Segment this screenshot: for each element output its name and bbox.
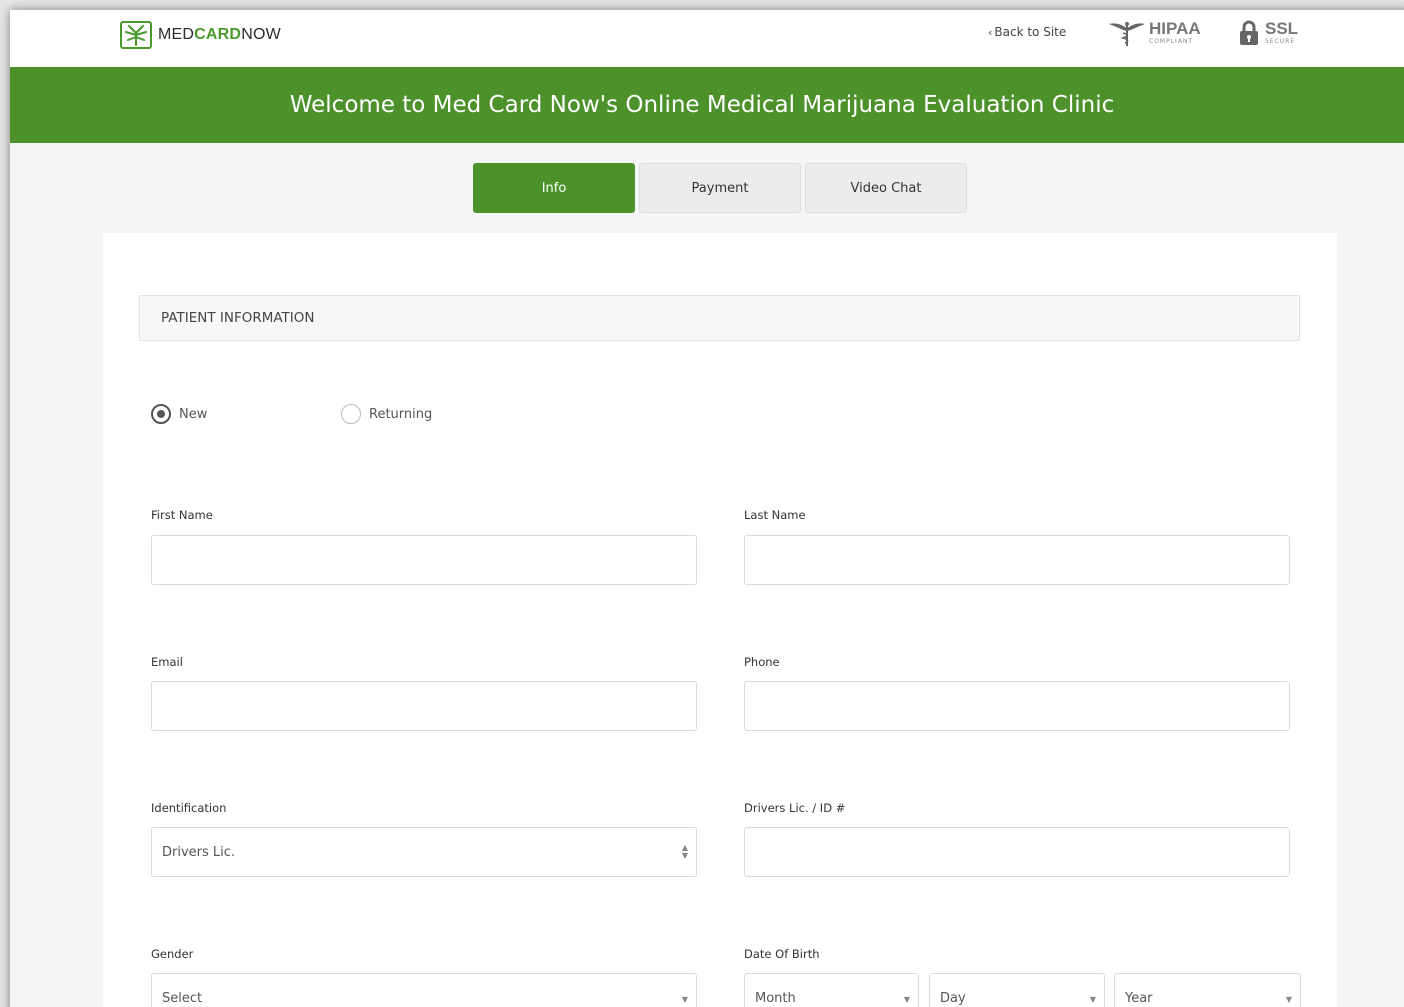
ssl-sublabel: SECURE — [1265, 38, 1296, 45]
dob-year-value: Year — [1125, 990, 1153, 1006]
logo-wordmark: MEDCARDNOW — [158, 26, 281, 44]
chevron-down-icon: ▼ — [1089, 995, 1096, 1004]
radio-new[interactable]: New — [151, 404, 207, 424]
logo-text-now: NOW — [241, 26, 281, 43]
logo-text-med: MED — [158, 26, 195, 43]
email-label: Email — [151, 655, 183, 669]
chevron-down-icon: ▼ — [903, 995, 910, 1004]
logo-text-card: CARD — [194, 26, 242, 43]
identification-label: Identification — [151, 801, 227, 815]
identification-value: Drivers Lic. — [162, 844, 236, 860]
dob-day-select[interactable]: Day ▼ — [929, 973, 1105, 1007]
section-header: PATIENT INFORMATION — [139, 295, 1300, 341]
dob-label: Date Of Birth — [744, 947, 820, 961]
gender-value: Select — [162, 990, 203, 1006]
select-updown-icon: ▲ ▼ — [681, 843, 688, 860]
site-logo[interactable]: MEDCARDNOW — [119, 19, 281, 51]
dob-year-select[interactable]: Year ▼ — [1114, 973, 1301, 1007]
phone-input[interactable] — [744, 681, 1290, 731]
tab-video-chat[interactable]: Video Chat — [805, 163, 967, 213]
dob-month-value: Month — [755, 990, 796, 1006]
back-to-site-label: Back to Site — [994, 25, 1067, 39]
gender-select[interactable]: Select ▼ — [151, 973, 697, 1007]
hipaa-badge: HIPAA COMPLIANT — [1107, 19, 1201, 47]
back-to-site-link[interactable]: ‹ Back to Site — [988, 25, 1066, 39]
padlock-icon — [1240, 20, 1258, 45]
ssl-badge: SSL SECURE — [1239, 20, 1298, 46]
id-number-input[interactable] — [744, 827, 1290, 877]
top-bar: MEDCARDNOW ‹ Back to Site HIPAA COMPLIANT — [10, 10, 1404, 67]
last-name-input[interactable] — [744, 535, 1290, 585]
page-title: Welcome to Med Card Now's Online Medical… — [289, 92, 1115, 118]
first-name-label: First Name — [151, 508, 213, 522]
last-name-label: Last Name — [744, 508, 806, 522]
radio-button-checked[interactable] — [151, 404, 171, 424]
cannabis-leaf-logo-icon — [120, 21, 152, 49]
tab-info[interactable]: Info — [473, 163, 635, 213]
identification-select[interactable]: Drivers Lic. ▲ ▼ — [151, 827, 697, 877]
email-input[interactable] — [151, 681, 697, 731]
caduceus-icon — [1109, 22, 1145, 46]
chevron-down-icon: ▼ — [681, 995, 688, 1004]
gender-label: Gender — [151, 947, 194, 961]
welcome-banner: Welcome to Med Card Now's Online Medical… — [10, 67, 1404, 143]
first-name-input[interactable] — [151, 535, 697, 585]
tab-payment[interactable]: Payment — [639, 163, 801, 213]
ssl-label: SSL — [1265, 19, 1299, 38]
patient-form-card: PATIENT INFORMATION New Returning First … — [103, 233, 1337, 1007]
radio-returning-label: Returning — [369, 406, 433, 422]
dob-day-value: Day — [940, 990, 966, 1006]
step-tabs: Info Payment Video Chat — [473, 163, 971, 213]
hipaa-label: HIPAA — [1149, 19, 1201, 38]
phone-label: Phone — [744, 655, 780, 669]
browser-window: MEDCARDNOW ‹ Back to Site HIPAA COMPLIANT — [10, 10, 1404, 1007]
id-number-label: Drivers Lic. / ID # — [744, 801, 846, 815]
hipaa-sublabel: COMPLIANT — [1149, 38, 1194, 45]
radio-new-label: New — [179, 406, 208, 422]
radio-returning[interactable]: Returning — [341, 404, 432, 424]
chevron-down-icon: ▼ — [1285, 995, 1292, 1004]
radio-button-unchecked[interactable] — [341, 404, 361, 424]
chevron-left-icon: ‹ — [988, 26, 993, 39]
dob-month-select[interactable]: Month ▼ — [744, 973, 919, 1007]
